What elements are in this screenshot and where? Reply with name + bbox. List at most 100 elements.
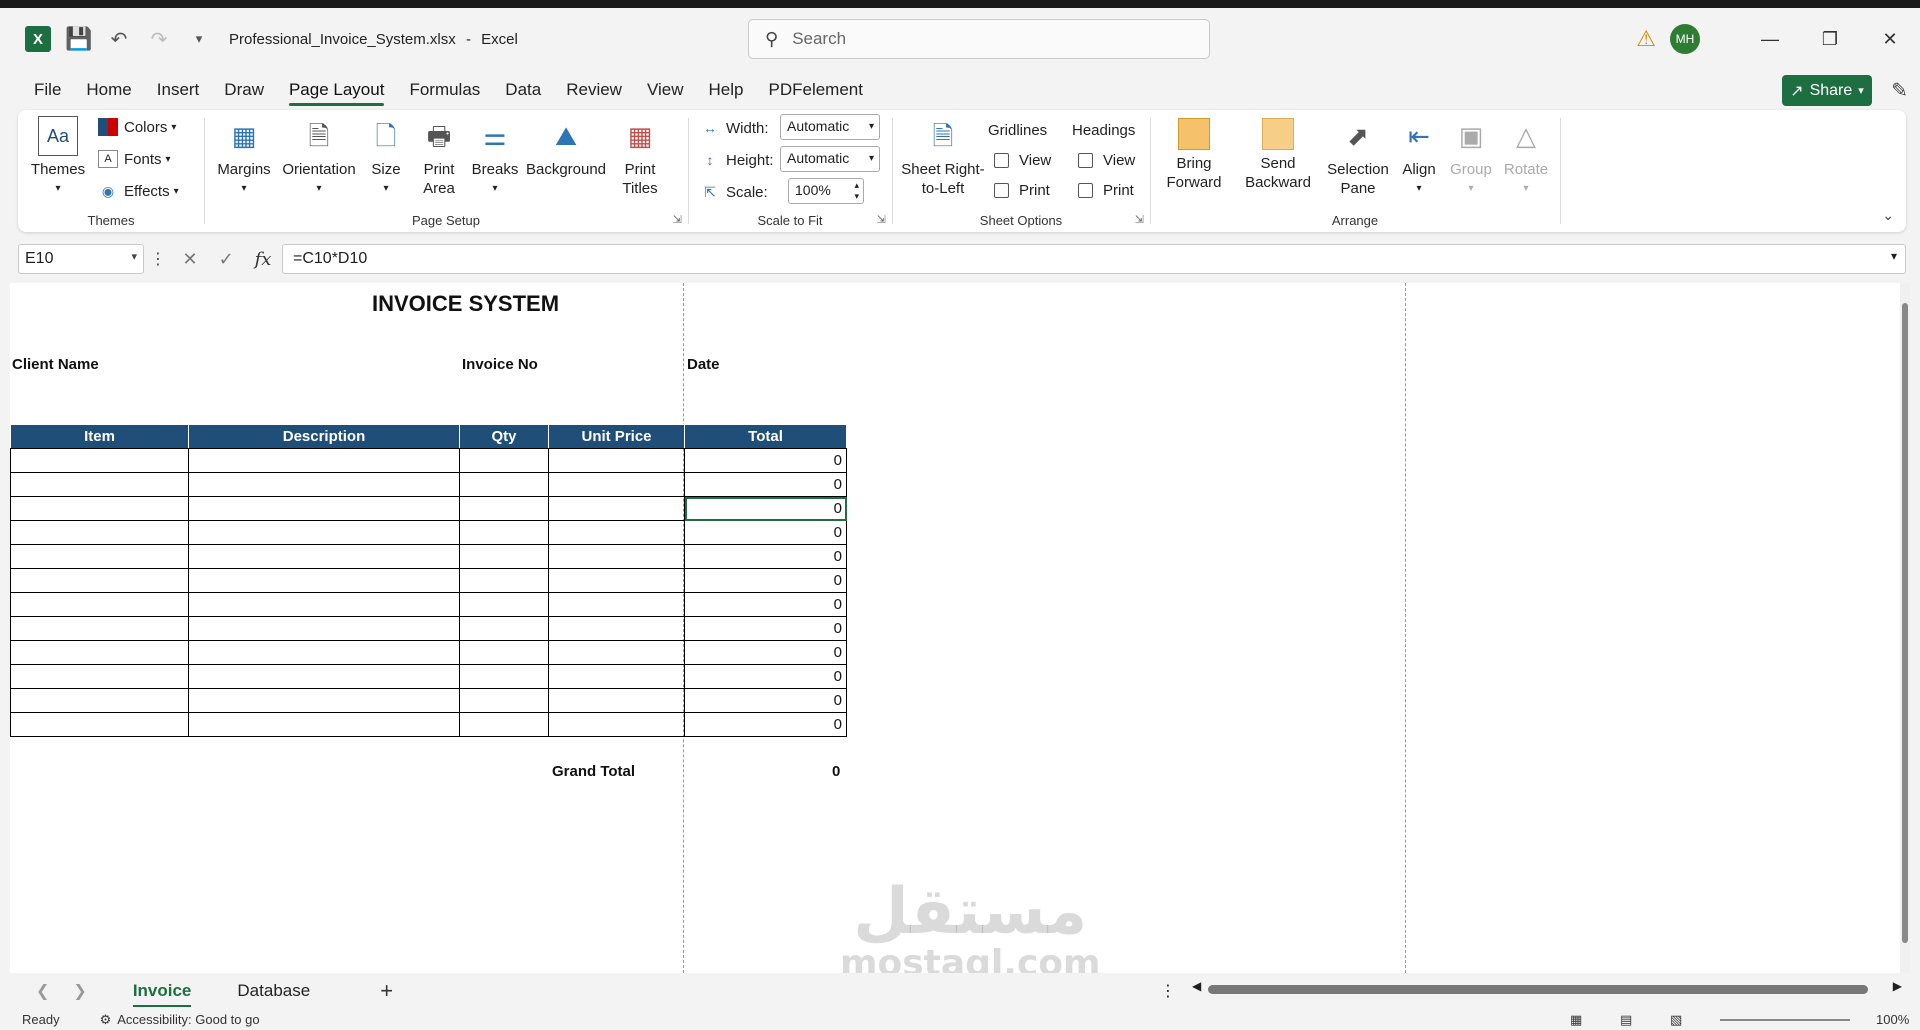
sheet-tab-database[interactable]: Database — [237, 975, 310, 1007]
colors-button[interactable]: Colors ▾ — [98, 118, 176, 136]
dialog-launcher-icon[interactable]: ⇲ — [1135, 213, 1144, 226]
cancel-icon[interactable]: ✕ — [182, 249, 197, 270]
description-cell[interactable] — [188, 640, 460, 665]
item-cell[interactable] — [10, 568, 189, 593]
description-cell[interactable] — [188, 688, 460, 713]
tab-data[interactable]: Data — [505, 72, 541, 108]
tab-review[interactable]: Review — [566, 72, 622, 108]
item-cell[interactable] — [10, 616, 189, 641]
dialog-launcher-icon[interactable]: ⇲ — [673, 213, 682, 226]
close-icon[interactable]: ✕ — [1860, 29, 1920, 50]
tab-help[interactable]: Help — [709, 72, 744, 108]
restore-icon[interactable]: ❐ — [1800, 29, 1860, 50]
qty-cell[interactable] — [459, 664, 549, 689]
sheet-rtl-button[interactable]: 🗎 Sheet Right-to-Left — [900, 116, 986, 198]
share-button[interactable]: ↗ Share ▾ — [1782, 75, 1872, 106]
qty-cell[interactable] — [459, 616, 549, 641]
total-cell[interactable]: 0 — [684, 712, 847, 737]
zoom-level[interactable]: 100% — [1876, 1012, 1909, 1027]
themes-button[interactable]: Aa Themes ▾ — [28, 116, 88, 198]
add-sheet-icon[interactable]: + — [380, 978, 393, 1004]
unit-price-cell[interactable] — [548, 712, 685, 737]
unit-price-cell[interactable] — [548, 664, 685, 689]
total-cell[interactable]: 0 — [684, 664, 847, 689]
bring-forward-button[interactable]: Bring Forward — [1156, 118, 1232, 192]
breaks-button[interactable]: ⚌ Breaks ▾ — [470, 116, 520, 198]
tab-insert[interactable]: Insert — [157, 72, 200, 108]
minimize-icon[interactable]: — — [1740, 29, 1800, 50]
qty-cell[interactable] — [459, 544, 549, 569]
grand-total-value[interactable]: 0 — [832, 763, 840, 780]
header-description[interactable]: Description — [188, 424, 460, 449]
item-cell[interactable] — [10, 712, 189, 737]
description-cell[interactable] — [188, 616, 460, 641]
item-cell[interactable] — [10, 664, 189, 689]
name-box[interactable]: E10 ▾ — [18, 244, 144, 274]
total-cell[interactable]: 0 — [684, 592, 847, 617]
horizontal-scrollbar[interactable]: ◀ ▶ — [1192, 979, 1902, 997]
spinner-arrows-icon[interactable]: ▴ ▾ — [854, 180, 859, 202]
sheet-tab-invoice[interactable]: Invoice — [132, 975, 191, 1007]
tab-formulas[interactable]: Formulas — [409, 72, 480, 108]
unit-price-cell[interactable] — [548, 448, 685, 473]
description-cell[interactable] — [188, 472, 460, 497]
avatar[interactable]: MH — [1670, 24, 1700, 54]
qty-cell[interactable] — [459, 568, 549, 593]
scroll-thumb[interactable] — [1902, 303, 1908, 943]
group-button[interactable]: ▣ Group ▾ — [1446, 116, 1496, 198]
item-cell[interactable] — [10, 592, 189, 617]
more-options-icon[interactable]: ⋮ — [1160, 981, 1176, 1001]
tab-draw[interactable]: Draw — [224, 72, 264, 108]
header-unit-price[interactable]: Unit Price — [548, 424, 685, 449]
width-dropdown[interactable]: Automatic ▾ — [780, 114, 880, 140]
total-cell[interactable]: 0 — [684, 688, 847, 713]
gridlines-view-checkbox[interactable]: View — [994, 152, 1051, 169]
page-layout-view-icon[interactable]: ▤ — [1620, 1012, 1632, 1028]
item-cell[interactable] — [10, 448, 189, 473]
expand-formula-icon[interactable]: ▾ — [1891, 249, 1897, 263]
qty-cell[interactable] — [459, 640, 549, 665]
dialog-launcher-icon[interactable]: ⇲ — [877, 213, 886, 226]
unit-price-cell[interactable] — [548, 544, 685, 569]
unit-price-cell[interactable] — [548, 688, 685, 713]
redo-icon[interactable]: ↷ — [147, 27, 171, 51]
description-cell[interactable] — [188, 664, 460, 689]
worksheet-area[interactable]: INVOICE SYSTEM Client Name Invoice No Da… — [10, 283, 1910, 973]
more-options-icon[interactable]: ⋮ — [150, 249, 166, 269]
item-cell[interactable] — [10, 496, 189, 521]
unit-price-cell[interactable] — [548, 616, 685, 641]
qty-cell[interactable] — [459, 448, 549, 473]
size-button[interactable]: 🗋 Size ▾ — [364, 116, 408, 198]
effects-button[interactable]: ◉ Effects ▾ — [98, 182, 179, 200]
unit-price-cell[interactable] — [548, 520, 685, 545]
header-item[interactable]: Item — [10, 424, 189, 449]
page-break-view-icon[interactable]: ▧ — [1670, 1012, 1682, 1028]
total-cell[interactable]: 0 — [684, 568, 847, 593]
scroll-thumb[interactable] — [1208, 985, 1868, 994]
headings-view-checkbox[interactable]: View — [1078, 152, 1135, 169]
enter-icon[interactable]: ✓ — [219, 249, 234, 270]
qty-cell[interactable] — [459, 688, 549, 713]
qty-cell[interactable] — [459, 496, 549, 521]
comments-icon[interactable]: ✎ — [1891, 78, 1908, 103]
scale-spinner[interactable]: 100% ▴ ▾ — [788, 178, 864, 204]
total-cell[interactable]: 0 — [684, 544, 847, 569]
unit-price-cell[interactable] — [548, 592, 685, 617]
vertical-scrollbar[interactable] — [1900, 283, 1910, 973]
tab-file[interactable]: File — [34, 72, 61, 108]
gridlines-print-checkbox[interactable]: Print — [994, 182, 1050, 199]
total-cell-selected[interactable]: 0 — [684, 496, 847, 521]
description-cell[interactable] — [188, 496, 460, 521]
chevron-left-icon[interactable]: ❮ — [36, 981, 49, 1001]
description-cell[interactable] — [188, 712, 460, 737]
total-cell[interactable]: 0 — [684, 616, 847, 641]
rotate-button[interactable]: △ Rotate ▾ — [1500, 116, 1552, 198]
align-button[interactable]: ⇤ Align ▾ — [1396, 116, 1442, 198]
description-cell[interactable] — [188, 448, 460, 473]
headings-print-checkbox[interactable]: Print — [1078, 182, 1134, 199]
send-backward-button[interactable]: Send Backward — [1236, 118, 1320, 192]
description-cell[interactable] — [188, 520, 460, 545]
scroll-right-icon[interactable]: ▶ — [1893, 979, 1902, 993]
selection-pane-button[interactable]: ⬈ Selection Pane — [1324, 116, 1392, 198]
item-cell[interactable] — [10, 472, 189, 497]
